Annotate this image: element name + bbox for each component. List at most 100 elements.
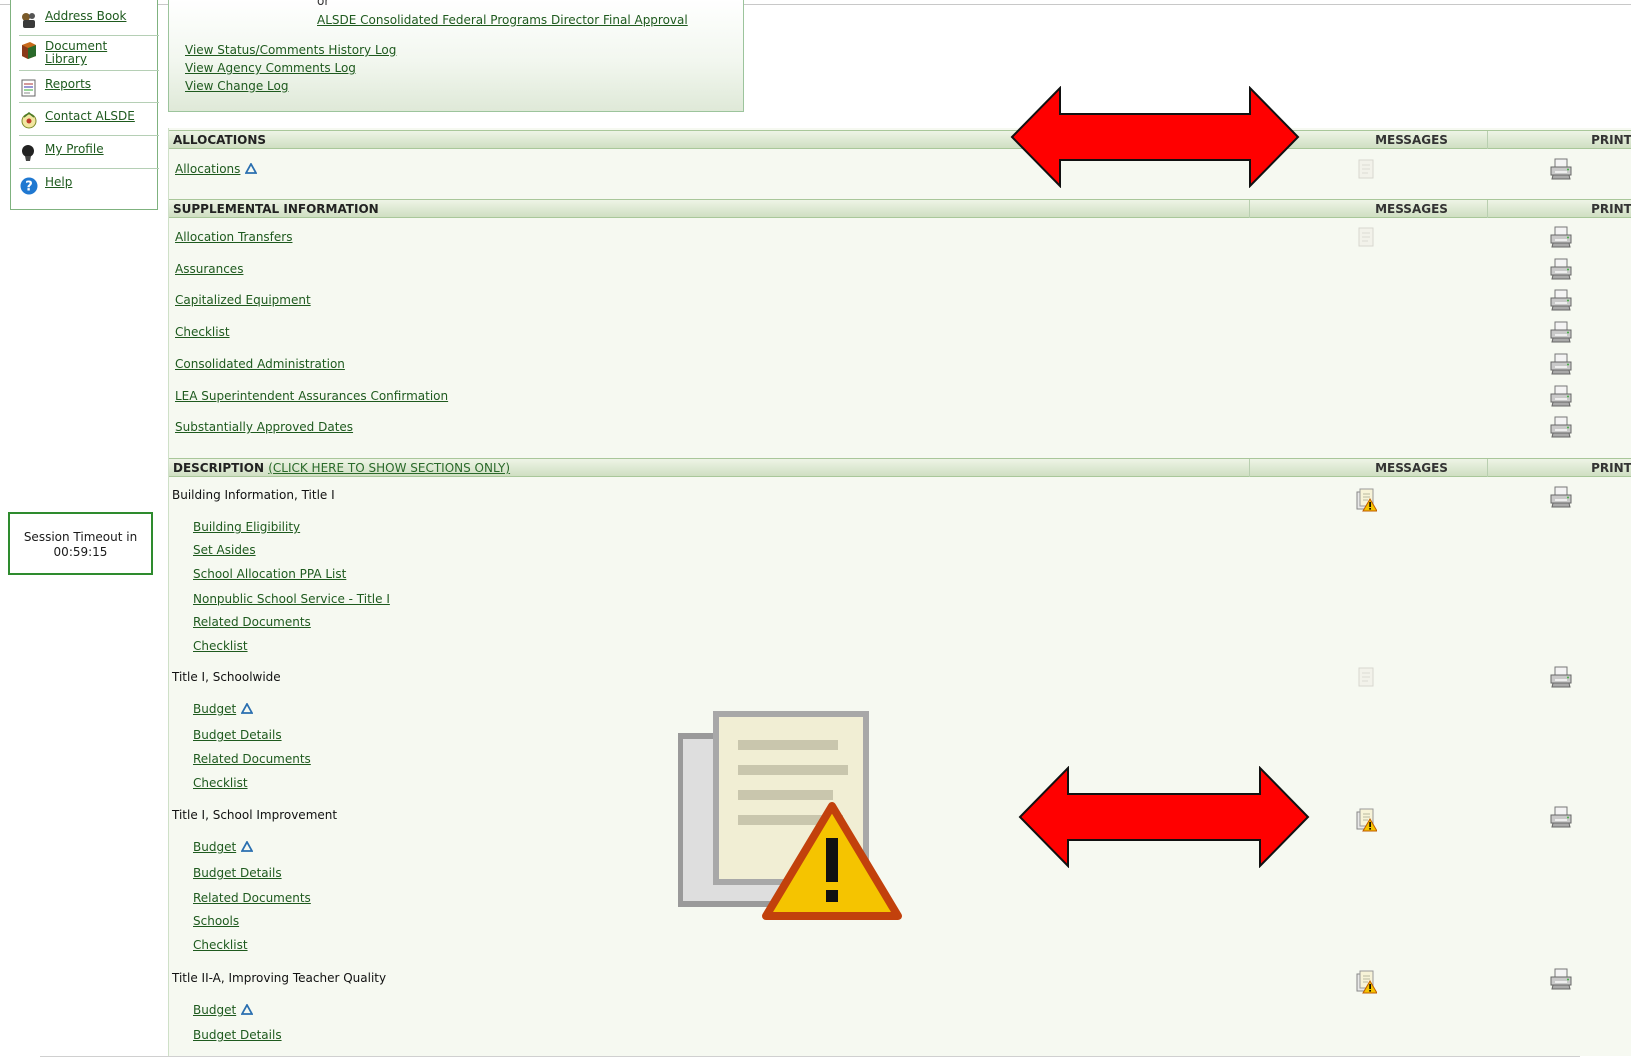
delta-icon	[241, 841, 254, 852]
approval-partial-text: or	[317, 0, 330, 8]
print-icon[interactable]	[1549, 666, 1573, 688]
nav-label[interactable]: Reports	[45, 78, 91, 91]
group-title: Title II-A, Improving Teacher Quality	[172, 971, 387, 985]
nav-label[interactable]: Address Book	[45, 10, 126, 23]
section-link[interactable]: School Allocation PPA List	[193, 567, 346, 581]
section-link[interactable]: Budget Details	[193, 1028, 282, 1042]
messages-warning-icon[interactable]	[1355, 488, 1377, 512]
delta-icon	[241, 703, 254, 714]
nav-address-book[interactable]: Address Book	[19, 10, 149, 30]
supplemental-link[interactable]: Checklist	[175, 325, 230, 339]
print-icon[interactable]	[1549, 226, 1573, 248]
messages-icon-disabled	[1358, 227, 1374, 247]
supplemental-header: SUPPLEMENTAL INFORMATION MESSAGES PRINT	[169, 199, 1631, 218]
section-link[interactable]: Related Documents	[193, 615, 311, 629]
allocations-title: ALLOCATIONS	[173, 133, 267, 147]
red-double-arrow-top	[1010, 86, 1300, 188]
print-icon[interactable]	[1549, 385, 1573, 407]
messages-icon-disabled	[1358, 667, 1374, 687]
description-header: DESCRIPTION (CLICK HERE TO SHOW SECTIONS…	[169, 458, 1631, 477]
nav-label[interactable]: Document Library	[45, 40, 115, 66]
supplemental-link[interactable]: Assurances	[175, 262, 243, 276]
print-icon[interactable]	[1549, 353, 1573, 375]
messages-warning-icon[interactable]	[1355, 970, 1377, 994]
budget-row[interactable]: Budget	[193, 702, 254, 716]
bottom-border	[40, 1056, 1580, 1057]
print-icon[interactable]	[1549, 968, 1573, 990]
messages-column-header: MESSAGES	[1375, 133, 1448, 147]
column-divider	[1249, 200, 1250, 218]
session-timeout-time: 00:59:15	[53, 545, 108, 559]
final-approval-link[interactable]: ALSDE Consolidated Federal Programs Dire…	[317, 13, 688, 27]
section-link[interactable]: Checklist	[193, 639, 248, 653]
change-log-link[interactable]: View Change Log	[185, 79, 288, 93]
supplemental-title: SUPPLEMENTAL INFORMATION	[173, 202, 379, 216]
group-title: Title I, School Improvement	[172, 808, 338, 822]
nav-reports[interactable]: Reports	[19, 78, 149, 98]
section-link[interactable]: Set Asides	[193, 543, 256, 557]
description-title: DESCRIPTION	[173, 461, 265, 475]
section-link[interactable]: Budget	[193, 840, 236, 854]
agency-comments-log-link[interactable]: View Agency Comments Log	[185, 61, 356, 75]
delta-icon	[241, 1004, 254, 1015]
svg-text:?: ?	[25, 180, 33, 195]
messages-warning-icon[interactable]	[1355, 808, 1377, 832]
section-link[interactable]: Related Documents	[193, 891, 311, 905]
session-timeout-label: Session Timeout in	[23, 530, 138, 544]
nav-divider	[19, 102, 159, 103]
column-divider	[1249, 459, 1250, 477]
nav-help[interactable]: ? Help	[19, 176, 149, 196]
supplemental-link[interactable]: Allocation Transfers	[175, 230, 292, 244]
section-link[interactable]: Related Documents	[193, 752, 311, 766]
section-link[interactable]: Checklist	[193, 938, 248, 952]
enlarged-message-warning-icon	[678, 711, 902, 920]
nav-document-library[interactable]: Document Library	[19, 40, 149, 66]
section-link[interactable]: Checklist	[193, 776, 248, 790]
nav-divider	[19, 135, 159, 136]
red-double-arrow-bottom	[1018, 766, 1310, 868]
allocations-link[interactable]: Allocations	[175, 162, 240, 176]
contact-icon	[21, 112, 37, 129]
budget-row[interactable]: Budget	[193, 840, 254, 854]
print-icon[interactable]	[1549, 321, 1573, 343]
show-sections-only-link[interactable]: (CLICK HERE TO SHOW SECTIONS ONLY)	[268, 461, 510, 475]
nav-label[interactable]: Contact ALSDE	[45, 110, 135, 123]
print-icon[interactable]	[1549, 806, 1573, 828]
supplemental-link[interactable]: Capitalized Equipment	[175, 293, 311, 307]
print-column-header: PRINT	[1591, 202, 1631, 216]
delta-icon	[245, 163, 258, 174]
supplemental-link[interactable]: Consolidated Administration	[175, 357, 345, 371]
allocations-row[interactable]: Allocations	[175, 162, 258, 176]
section-link[interactable]: Nonpublic School Service - Title I	[193, 592, 390, 606]
print-icon[interactable]	[1549, 416, 1573, 438]
print-icon[interactable]	[1549, 289, 1573, 311]
print-icon[interactable]	[1549, 486, 1573, 508]
section-link[interactable]: Budget	[193, 702, 236, 716]
status-comments-history-link[interactable]: View Status/Comments History Log	[185, 43, 396, 57]
nav-label[interactable]: Help	[45, 176, 72, 189]
nav-divider	[19, 70, 159, 71]
print-icon[interactable]	[1549, 158, 1573, 180]
messages-column-header: MESSAGES	[1375, 202, 1448, 216]
supplemental-link[interactable]: Substantially Approved Dates	[175, 420, 353, 434]
print-column-header: PRINT	[1591, 133, 1631, 147]
section-link[interactable]: Budget Details	[193, 728, 282, 742]
reports-icon	[21, 79, 36, 97]
address-book-icon	[22, 13, 35, 28]
nav-divider	[19, 35, 159, 36]
messages-icon-disabled	[1358, 159, 1374, 179]
profile-icon	[22, 145, 34, 161]
print-icon[interactable]	[1549, 258, 1573, 280]
document-library-icon	[22, 42, 36, 59]
section-link[interactable]: Budget	[193, 1003, 236, 1017]
section-link[interactable]: Budget Details	[193, 866, 282, 880]
nav-label[interactable]: My Profile	[45, 143, 104, 156]
budget-row[interactable]: Budget	[193, 1003, 254, 1017]
left-navigation: Address Book Document Library Reports Co…	[10, 0, 159, 210]
nav-my-profile[interactable]: My Profile	[19, 143, 149, 163]
messages-column-header: MESSAGES	[1375, 461, 1448, 475]
supplemental-link[interactable]: LEA Superintendent Assurances Confirmati…	[175, 389, 448, 403]
nav-contact-alsde[interactable]: Contact ALSDE	[19, 110, 149, 130]
section-link[interactable]: Schools	[193, 914, 239, 928]
section-link[interactable]: Building Eligibility	[193, 520, 300, 534]
